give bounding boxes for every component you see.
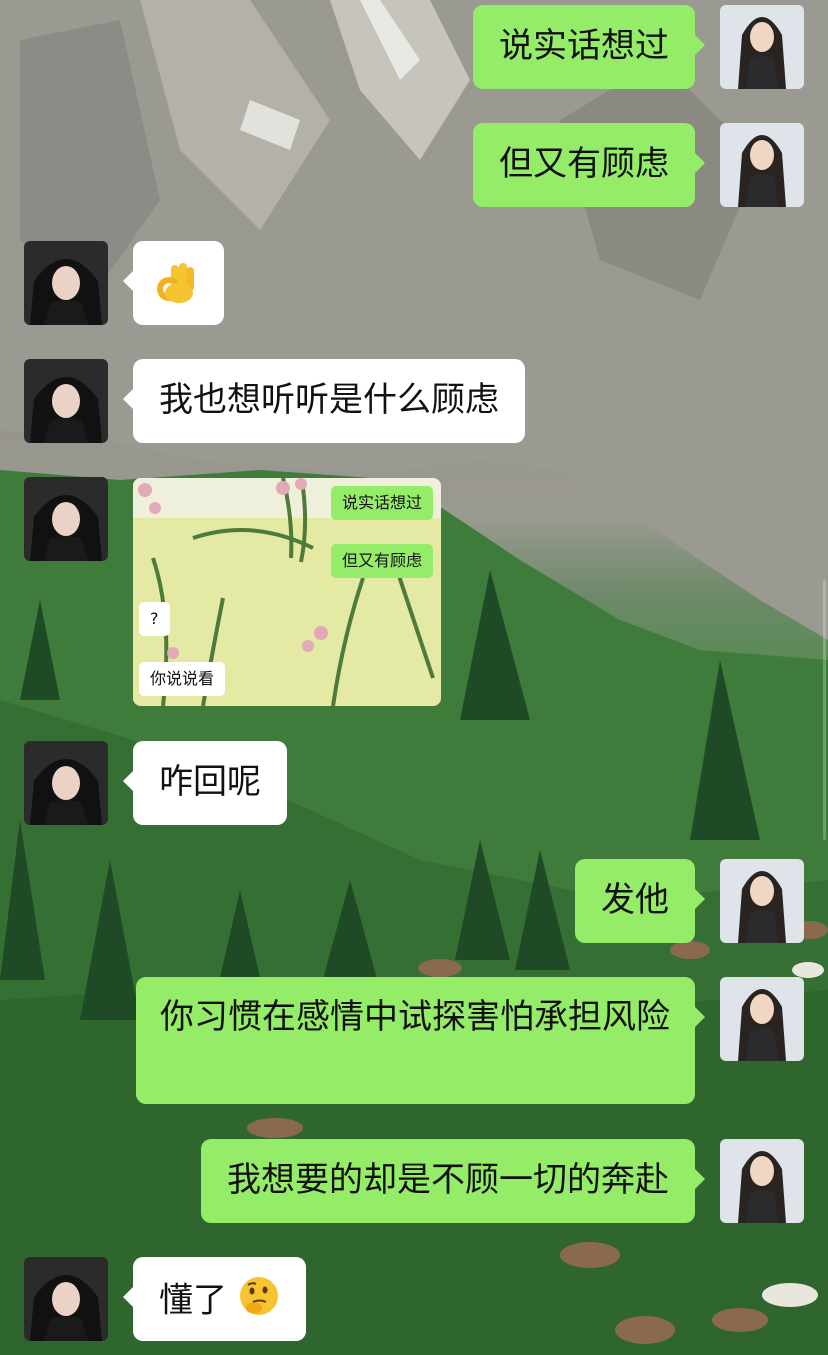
message-bubble-incoming[interactable]	[123, 241, 224, 325]
contact-avatar[interactable]	[24, 241, 108, 325]
contact-avatar[interactable]	[24, 359, 108, 443]
message-bubble-outgoing[interactable]: 发他	[575, 859, 705, 943]
message-bubble-outgoing[interactable]: 你习惯在感情中试探害怕承担风险	[136, 977, 705, 1104]
message-bubble-outgoing[interactable]: 说实话想过	[473, 5, 705, 89]
message-text: 发他	[601, 880, 669, 920]
message-text: 但又有顾虑	[499, 144, 669, 184]
message-text: 我也想听听是什么顾虑	[159, 380, 499, 420]
message-bubble-outgoing[interactable]: 我想要的却是不顾一切的奔赴	[201, 1139, 705, 1223]
message-bubble-incoming[interactable]: 咋回呢	[123, 741, 287, 825]
image-bubble-incoming: ?	[139, 602, 170, 636]
contact-avatar[interactable]	[24, 741, 108, 825]
message-bubble-incoming[interactable]: 懂了	[123, 1257, 306, 1341]
self-avatar[interactable]	[720, 1139, 804, 1223]
self-avatar[interactable]	[720, 5, 804, 89]
thinking-face-icon	[238, 1275, 280, 1329]
message-text: 懂了	[159, 1280, 227, 1321]
image-bubble-incoming: 你说说看	[139, 662, 226, 696]
scrollbar[interactable]	[823, 580, 826, 840]
image-bubble-outgoing: 说实话想过	[330, 486, 433, 520]
ok-hand-icon	[155, 259, 199, 317]
message-bubble-incoming[interactable]: 我也想听听是什么顾虑	[123, 359, 525, 443]
image-bubble-outgoing: 但又有顾虑	[330, 544, 433, 578]
self-avatar[interactable]	[720, 859, 804, 943]
message-text: 说实话想过	[499, 26, 669, 66]
self-avatar[interactable]	[720, 123, 804, 207]
message-text: 咋回呢	[159, 762, 261, 802]
contact-avatar[interactable]	[24, 1257, 108, 1341]
message-text: 你习惯在感情中试探害怕承担风险	[160, 997, 670, 1037]
message-text: 我想要的却是不顾一切的奔赴	[227, 1160, 669, 1200]
image-message[interactable]: 说实话想过 但又有顾虑 ? 你说说看	[133, 478, 441, 706]
self-avatar[interactable]	[720, 977, 804, 1061]
message-bubble-outgoing[interactable]: 但又有顾虑	[473, 123, 705, 207]
contact-avatar[interactable]	[24, 477, 108, 561]
